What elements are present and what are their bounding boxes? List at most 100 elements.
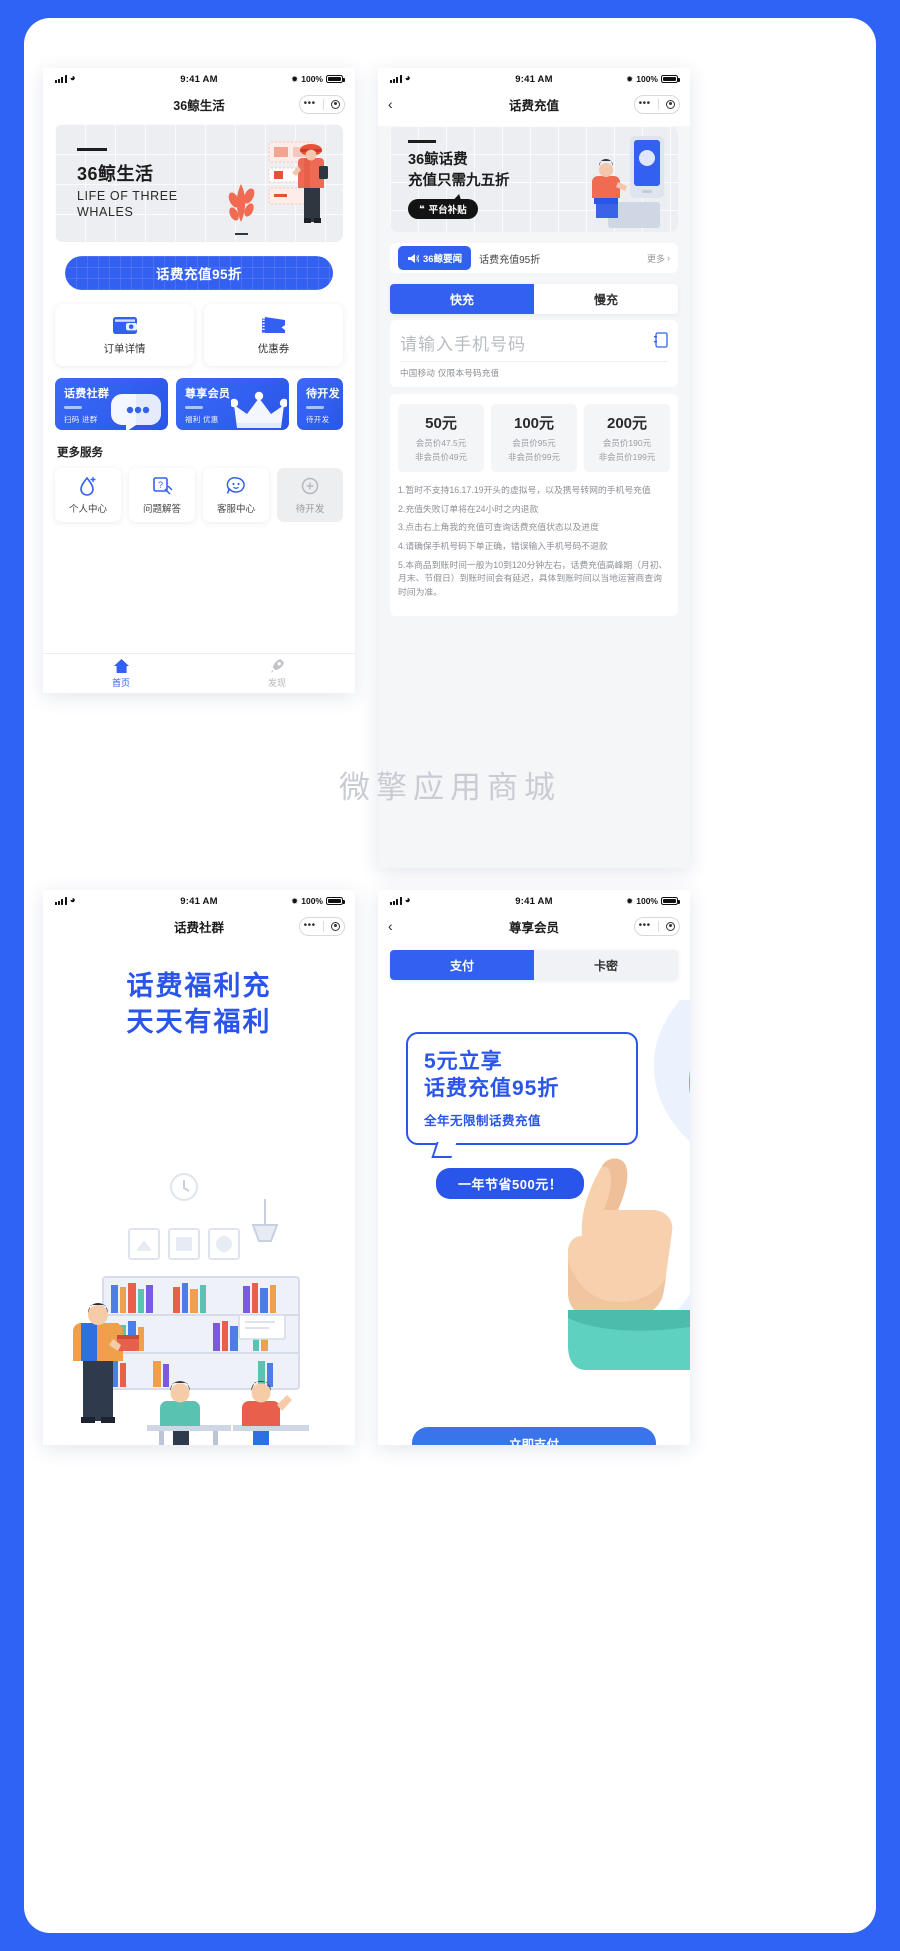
service-card-placeholder[interactable]: 待开发 bbox=[277, 468, 343, 522]
recharge-promo-button[interactable]: 话费充值95折 bbox=[65, 256, 333, 290]
signal-icon bbox=[55, 897, 67, 905]
capsule-divider bbox=[658, 920, 659, 932]
close-target-icon[interactable] bbox=[666, 99, 676, 109]
recharge-body: 36鲸话费 充值只需九五折 ❝ 平台补贴 36鲸要闻 话费充值95折 更多 › … bbox=[378, 126, 690, 868]
bubble-tail bbox=[431, 1141, 457, 1158]
mini-program-capsule[interactable]: ••• bbox=[634, 94, 680, 114]
denomination-option[interactable]: 200元 会员价190元 非会员价199元 bbox=[584, 404, 670, 472]
tab-home[interactable]: 首页 bbox=[43, 658, 199, 689]
community-headline: 话费福利充 天天有福利 bbox=[43, 968, 355, 1041]
svg-text:?: ? bbox=[158, 480, 163, 490]
mini-program-capsule[interactable]: ••• bbox=[634, 916, 680, 936]
feature-card-rule bbox=[185, 406, 203, 409]
status-right: ✹ 100% bbox=[291, 73, 345, 85]
member-body: 支付 卡密 5元立享 话费充值95折 全年无限制话费充值 一年节省500元！ 立… bbox=[378, 940, 690, 1445]
subsidy-badge: ❝ 平台补贴 bbox=[408, 199, 478, 220]
bluetooth-icon: ✹ bbox=[291, 895, 299, 906]
home-hero-banner[interactable]: 36鲸生活 LIFE OF THREE WHALES bbox=[55, 124, 343, 242]
notice-tag: 36鲸要闻 bbox=[398, 246, 472, 270]
signal-icon bbox=[390, 75, 402, 83]
wallet-icon bbox=[112, 317, 137, 334]
tab-discover[interactable]: 发现 bbox=[199, 658, 355, 689]
nonmember-price: 非会员价199元 bbox=[598, 452, 656, 462]
status-bar: ◕ 9:41 AM ✹ 100% bbox=[378, 68, 690, 90]
community-body: 话费福利充 天天有福利 bbox=[43, 940, 355, 1445]
phone-number-row[interactable]: 请输入手机号码 bbox=[400, 330, 668, 362]
phone-input-placeholder[interactable]: 请输入手机号码 bbox=[400, 330, 526, 355]
bluetooth-icon: ✹ bbox=[291, 73, 299, 84]
chevron-left-icon[interactable]: ‹ bbox=[388, 97, 393, 111]
notice-text: 话费充值95折 bbox=[479, 254, 541, 266]
question-note-icon: ? bbox=[153, 477, 173, 495]
tab-card-secret[interactable]: 卡密 bbox=[534, 950, 678, 980]
feature-card-member[interactable]: 尊享会员 福利 优惠 bbox=[176, 378, 289, 430]
tab-fast-charge[interactable]: 快充 bbox=[390, 284, 534, 314]
recharge-hero-banner[interactable]: 36鲸话费 充值只需九五折 ❝ 平台补贴 bbox=[390, 126, 678, 232]
feature-card-placeholder[interactable]: 待开发 待开发 bbox=[297, 378, 343, 430]
crown-icon bbox=[231, 391, 287, 428]
quick-card-label: 优惠券 bbox=[257, 343, 290, 355]
phone-screen-member: ◕ 9:41 AM ✹ 100% ‹ 尊享会员 ••• 支付 卡密 5元立享 话… bbox=[378, 890, 690, 1445]
tab-pay[interactable]: 支付 bbox=[390, 950, 534, 980]
quick-cards-row: 订单详情 优惠券 bbox=[55, 304, 343, 366]
nav-bar: 话费社群 ••• bbox=[43, 912, 355, 940]
member-price: 会员价95元 bbox=[512, 438, 556, 448]
status-left: ◕ bbox=[390, 74, 411, 84]
mini-program-capsule[interactable]: ••• bbox=[299, 916, 345, 936]
bottom-tab-bar: 首页 发现 bbox=[43, 653, 355, 693]
service-card-faq[interactable]: ? 问题解答 bbox=[129, 468, 195, 522]
feature-card-community[interactable]: 话费社群 扫码 进群 bbox=[55, 378, 168, 430]
offer-line-2: 话费充值95折 bbox=[424, 1077, 560, 1101]
service-card-label: 个人中心 bbox=[68, 504, 107, 515]
denomination-panel: 50元 会员价47.5元 非会员价49元 100元 会员价95元 非会员价99元… bbox=[390, 394, 678, 617]
battery-percent: 100% bbox=[301, 74, 323, 84]
wifi-icon: ◕ bbox=[69, 895, 76, 906]
quick-card-order[interactable]: 订单详情 bbox=[55, 304, 194, 366]
wifi-icon: ◕ bbox=[69, 73, 76, 84]
close-target-icon[interactable] bbox=[331, 921, 341, 931]
pay-now-button[interactable]: 立即支付 bbox=[412, 1427, 656, 1445]
quick-card-coupon[interactable]: 优惠券 bbox=[204, 304, 343, 366]
denomination-value: 50元 bbox=[425, 415, 457, 432]
denomination-list: 50元 会员价47.5元 非会员价49元 100元 会员价95元 非会员价99元… bbox=[398, 404, 670, 472]
nav-bar: ‹ 话费充值 ••• bbox=[378, 90, 690, 118]
battery-icon bbox=[326, 896, 345, 906]
tab-label: 首页 bbox=[111, 678, 130, 688]
denomination-option[interactable]: 100元 会员价95元 非会员价99元 bbox=[491, 404, 577, 472]
service-card-support[interactable]: 客服中心 bbox=[203, 468, 269, 522]
close-target-icon[interactable] bbox=[331, 99, 341, 109]
headline-line-1: 话费福利充 bbox=[126, 971, 272, 1001]
battery-icon bbox=[661, 74, 680, 84]
denomination-option[interactable]: 50元 会员价47.5元 非会员价49元 bbox=[398, 404, 484, 472]
nonmember-price: 非会员价99元 bbox=[508, 452, 560, 462]
more-services-title: 更多服务 bbox=[57, 447, 103, 459]
mini-program-capsule[interactable]: ••• bbox=[299, 94, 345, 114]
offer-bubble: 5元立享 话费充值95折 全年无限制话费充值 bbox=[406, 1032, 638, 1158]
contacts-icon[interactable] bbox=[654, 332, 668, 353]
feature-card-title: 待开发 bbox=[306, 388, 340, 400]
nonmember-price: 非会员价49元 bbox=[415, 452, 467, 462]
notice-more-link[interactable]: 更多 › bbox=[647, 252, 670, 265]
member-payment-tabs: 支付 卡密 bbox=[390, 950, 678, 980]
offer-line-3: 全年无限制话费充值 bbox=[424, 1113, 542, 1128]
home-body: 36鲸生活 LIFE OF THREE WHALES 话费充值95折 订单详情 … bbox=[43, 124, 355, 693]
close-target-icon[interactable] bbox=[666, 921, 676, 931]
service-card-profile[interactable]: 个人中心 bbox=[55, 468, 121, 522]
chevron-right-icon: › bbox=[667, 253, 670, 263]
chevron-left-icon[interactable]: ‹ bbox=[388, 919, 393, 933]
phone-screen-community: ◕ 9:41 AM ✹ 100% 话费社群 ••• 话费福利充 天天有福利 bbox=[43, 890, 355, 1445]
coupon-icon bbox=[261, 317, 285, 333]
person-drop-icon bbox=[80, 476, 96, 496]
carrier-hint: 中国移动 仅限本号码充值 bbox=[400, 368, 500, 378]
phone-screen-home: ◕ 9:41 AM ✹ 100% 36鲸生活 ••• 36鲸生活 LIFE OF… bbox=[43, 68, 355, 693]
thumbs-up-illustration bbox=[568, 1158, 690, 1370]
battery-icon bbox=[661, 896, 680, 906]
rule-item: 3.点击右上角我的充值可查询话费充值状态以及进度 bbox=[398, 522, 599, 533]
notice-bar[interactable]: 36鲸要闻 话费充值95折 更多 › bbox=[390, 243, 678, 273]
rocket-icon bbox=[270, 659, 284, 673]
tab-slow-charge[interactable]: 慢充 bbox=[534, 284, 678, 314]
battery-percent: 100% bbox=[301, 896, 323, 906]
signal-icon bbox=[55, 75, 67, 83]
denomination-value: 200元 bbox=[606, 415, 648, 432]
denomination-value: 100元 bbox=[513, 415, 555, 432]
